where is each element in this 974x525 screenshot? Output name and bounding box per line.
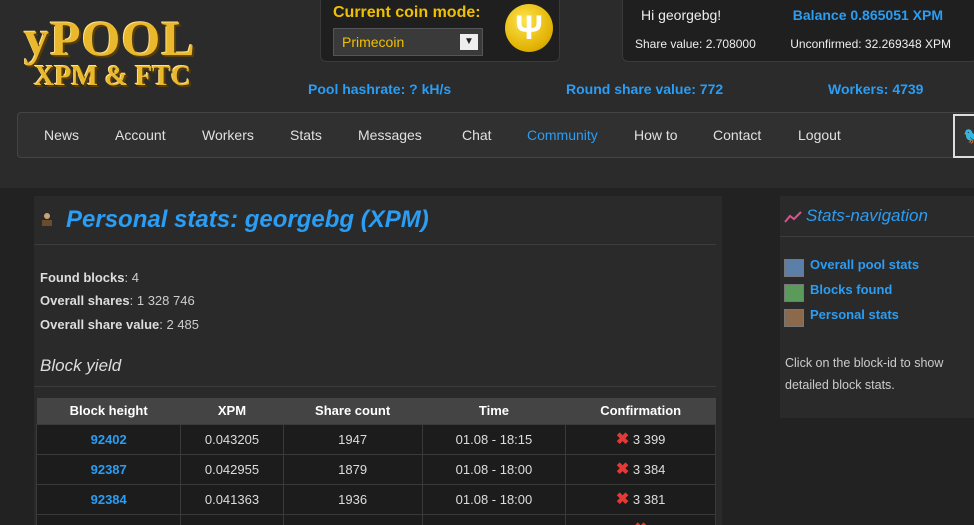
coin-mode-select[interactable]: Primecoin ▼: [333, 28, 483, 56]
block-id-link[interactable]: 92384: [35, 483, 182, 515]
overall-shares-stat: Overall shares: 1 328 746: [40, 293, 195, 308]
table-row: 92387 0.042955 1879 01.08 - 18:00 ✖ 3 38…: [35, 453, 716, 485]
link-blocks-found[interactable]: Blocks found: [810, 282, 892, 297]
personal-stats-icon: [784, 309, 804, 327]
pool-hashrate: Pool hashrate: ? kH/s: [308, 81, 452, 97]
confirmation-cell: ✖ 3 384: [565, 453, 716, 485]
table-row: ✖: [35, 513, 716, 525]
nav-stats[interactable]: Stats: [290, 127, 322, 143]
block-id-link[interactable]: 92387: [35, 453, 182, 485]
cross-icon: ✖: [615, 431, 630, 448]
confirmation-cell: ✖ 3 399: [565, 423, 716, 455]
time-cell: 01.08 - 18:00: [421, 453, 567, 485]
graph-icon: [784, 211, 802, 223]
overall-share-value-stat: Overall share value: 2 485: [40, 317, 200, 332]
nav-how-to[interactable]: How to: [634, 127, 678, 143]
link-personal-stats[interactable]: Personal stats: [810, 307, 899, 322]
user-icon: [42, 213, 52, 226]
balance-text: Balance 0.865051 XPM: [792, 7, 943, 23]
nav-logout[interactable]: Logout: [798, 127, 841, 143]
page-title: Personal stats: georgebg (XPM): [66, 206, 429, 233]
nav-messages[interactable]: Messages: [358, 127, 422, 143]
nav-workers[interactable]: Workers: [202, 127, 254, 143]
nav-chat[interactable]: Chat: [462, 127, 492, 143]
link-overall-pool-stats[interactable]: Overall pool stats: [810, 257, 919, 272]
table-row: 92402 0.043205 1947 01.08 - 18:15 ✖ 3 39…: [35, 423, 716, 455]
side-note: Click on the block-id to show detailed b…: [785, 356, 944, 392]
time-cell: 01.08 - 18:00: [421, 483, 567, 515]
divider: [34, 386, 716, 387]
block-yield-table: Block height XPM Share count Time Confir…: [35, 398, 716, 525]
col-xpm: XPM: [180, 398, 284, 424]
confirmation-cell: ✖ 3 381: [565, 483, 716, 515]
coin-mode-selected: Primecoin: [342, 34, 405, 50]
divider: [780, 236, 974, 237]
nav-contact[interactable]: Contact: [713, 127, 761, 143]
xpm-cell: 0.043205: [180, 423, 284, 455]
coin-mode-panel: Current coin mode: Primecoin ▼ Ψ: [320, 0, 560, 62]
xpm-cell: 0.041363: [180, 483, 284, 515]
xpm-cell: 0.042955: [180, 453, 284, 485]
twitter-icon[interactable]: 🐦: [953, 114, 974, 158]
nav-account[interactable]: Account: [115, 127, 166, 143]
shares-cell: 1947: [282, 423, 423, 455]
col-share-count: Share count: [283, 398, 423, 424]
table-row: 92384 0.041363 1936 01.08 - 18:00 ✖ 3 38…: [35, 483, 716, 515]
confirmation-cell: ✖: [565, 513, 716, 525]
side-title: Stats-navigation: [806, 206, 928, 225]
stats-navigation-panel: Stats-navigation Overall pool stats Bloc…: [780, 196, 974, 418]
time-cell: 01.08 - 18:15: [421, 423, 567, 455]
block-yield-heading: Block yield: [40, 356, 122, 375]
logo-subtitle: XPM & FTC: [34, 61, 192, 92]
unconfirmed-text: Unconfirmed: 32.269348 XPM: [790, 37, 951, 51]
pool-stats-icon: [784, 259, 804, 277]
personal-stats-panel: Personal stats: georgebg (XPM) Found blo…: [34, 196, 722, 525]
block-id-link[interactable]: 92402: [35, 423, 182, 455]
share-value-text: Share value: 2.708000: [635, 37, 756, 51]
user-greeting: Hi georgebg!: [641, 7, 722, 23]
chevron-down-icon: ▼: [460, 34, 478, 50]
site-header: yPOOL XPM & FTC Current coin mode: Prime…: [0, 0, 974, 188]
round-share-value: Round share value: 772: [566, 81, 724, 97]
logo-title: yPOOL: [24, 10, 196, 66]
shares-cell: 1936: [282, 483, 423, 515]
cross-icon: ✖: [634, 521, 647, 525]
primecoin-icon: Ψ: [505, 4, 553, 52]
main-nav: News Account Workers Stats Messages Chat…: [17, 112, 974, 158]
col-time: Time: [422, 398, 566, 424]
divider: [34, 244, 716, 245]
found-blocks-stat: Found blocks: 4: [40, 270, 139, 285]
table-header-row: Block height XPM Share count Time Confir…: [36, 398, 716, 424]
coin-mode-label: Current coin mode:: [333, 4, 481, 21]
shares-cell: 1879: [282, 453, 423, 485]
col-confirmation: Confirmation: [565, 398, 716, 424]
nav-community[interactable]: Community: [527, 127, 598, 143]
cross-icon: ✖: [615, 461, 630, 478]
col-block-height: Block height: [36, 398, 181, 424]
cross-icon: ✖: [615, 491, 630, 508]
workers-count: Workers: 4739: [828, 81, 924, 97]
user-panel: Hi georgebg! Balance 0.865051 XPM Share …: [622, 0, 974, 62]
nav-news[interactable]: News: [44, 127, 79, 143]
blocks-found-icon: [784, 284, 804, 302]
site-logo[interactable]: yPOOL XPM & FTC: [24, 10, 196, 92]
